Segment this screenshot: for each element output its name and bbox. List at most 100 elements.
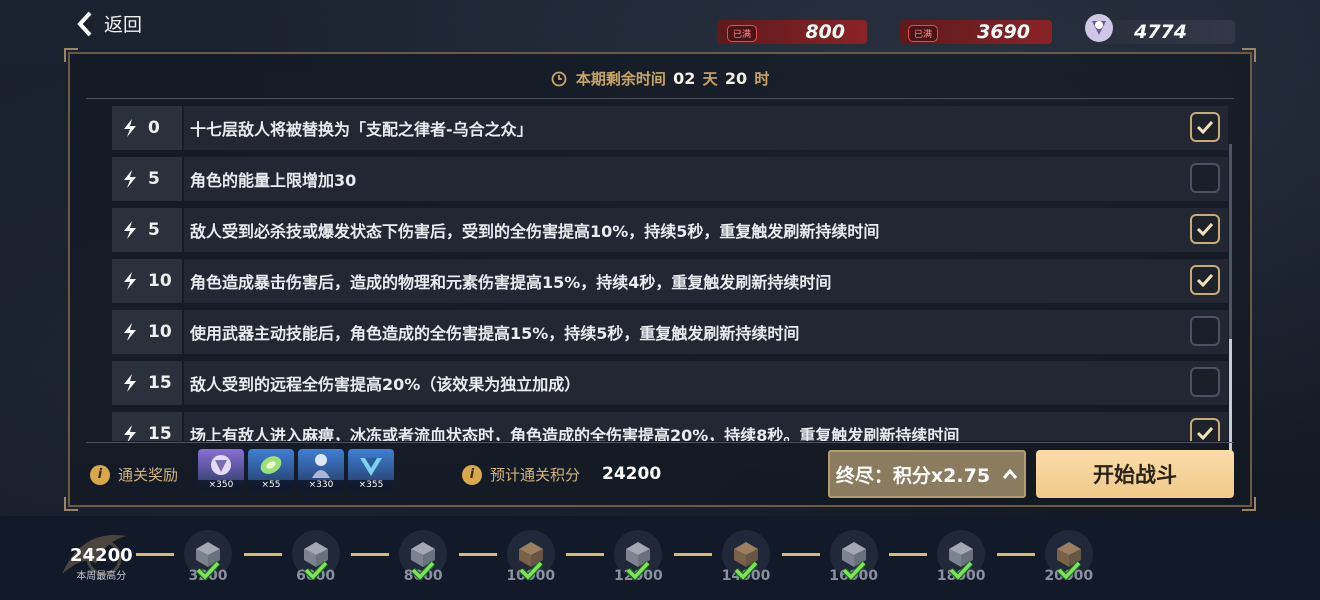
modifier-row[interactable]: 0 十七层敌人将被替换为「支配之律者-乌合之众」 [112, 106, 1228, 150]
cost-value: 10 [148, 271, 172, 291]
track-link [566, 553, 605, 556]
claimed-check-icon [518, 560, 543, 580]
resource-crystal[interactable]: 800 已满 [717, 19, 867, 45]
modifier-text: 使用武器主动技能后，角色造成的全伤害提高15%，持续5秒，重复触发刷新持续时间 [184, 310, 1228, 354]
lightning-icon [124, 272, 136, 290]
clock-icon [551, 71, 567, 87]
checkmark-icon [1196, 120, 1214, 134]
reward-item[interactable]: ×350 [198, 449, 244, 491]
weekly-best: 24200 本周最高分 [70, 545, 133, 582]
milestone-chest[interactable]: 3200 [184, 530, 232, 584]
modifier-cost: 0 [112, 106, 182, 150]
modifier-checkbox[interactable] [1190, 163, 1220, 193]
estimate-label: 预计通关积分 [490, 466, 581, 484]
modifier-checkbox[interactable] [1190, 265, 1220, 295]
difficulty-label: 终尽：积分x2.75 [835, 464, 991, 487]
modifier-list[interactable]: 0 十七层敌人将被替换为「支配之律者-乌合之众」 5 角色的能量上限增加30 5 敌人受到… [112, 106, 1230, 441]
milestone-chest[interactable]: 8000 [399, 530, 448, 584]
lightning-icon [124, 119, 136, 137]
claimed-check-icon [734, 560, 758, 580]
full-badge: 已满 [908, 25, 939, 42]
cost-value: 5 [148, 169, 160, 189]
info-icon[interactable]: i [462, 464, 482, 485]
difficulty-button[interactable]: 终尽：积分x2.75 [828, 450, 1026, 498]
milestone-chest[interactable]: 12000 [614, 530, 663, 584]
scrollbar[interactable] [1229, 144, 1232, 482]
lightning-icon [124, 170, 136, 188]
milestone-chest[interactable]: 16000 [829, 530, 878, 584]
modifier-row[interactable]: 5 角色的能量上限增加30 [112, 157, 1228, 201]
crest-reward-icon [360, 458, 382, 476]
checkmark-icon [1196, 222, 1214, 236]
resource-orange-crystal[interactable]: 3690 已满 [900, 19, 1052, 45]
track-link [351, 553, 390, 556]
panel-corner [1242, 48, 1256, 62]
track-link [136, 553, 174, 556]
cost-value: 5 [148, 220, 160, 240]
checkmark-icon [1196, 273, 1214, 287]
lightning-icon [124, 221, 136, 239]
modifier-row[interactable]: 15 场上有敌人进入麻痹，冰冻或者流血状态时，角色造成的全伤害提高20%，持续8秒… [112, 412, 1228, 441]
modifier-text: 角色造成暴击伤害后，造成的物理和元素伤害提高15%，持续4秒，重复触发刷新持续时… [184, 259, 1228, 303]
milestone-chest[interactable]: 10000 [506, 530, 555, 584]
modifier-text: 十七层敌人将被替换为「支配之律者-乌合之众」 [184, 106, 1228, 150]
modifier-checkbox[interactable] [1190, 112, 1220, 142]
timer-prefix: 本期剩余时间 [575, 70, 666, 88]
modifier-text: 场上有敌人进入麻痹，冰冻或者流血状态时，角色造成的全伤害提高20%，持续8秒。重… [184, 412, 1228, 441]
timer-days: 02 [673, 69, 696, 88]
modifier-checkbox[interactable] [1190, 214, 1220, 244]
milestone-chest[interactable]: 14000 [722, 530, 770, 584]
track-link [781, 553, 820, 556]
cost-value: 15 [148, 424, 172, 441]
modifier-text: 敌人受到必杀技或爆发状态下伤害后，受到的全伤害提高10%，持续5秒，重复触发刷新… [184, 208, 1228, 252]
reward-item[interactable]: ×355 [348, 449, 394, 491]
claimed-check-icon [841, 560, 866, 580]
reward-item[interactable]: ×55 [248, 449, 294, 491]
rewards-label: 通关奖励 [118, 466, 179, 484]
back-button[interactable]: 返回 [76, 10, 142, 37]
cost-value: 15 [148, 373, 172, 393]
lightning-icon [124, 374, 136, 392]
cost-value: 0 [148, 118, 160, 138]
start-battle-button[interactable]: 开始战斗 [1036, 450, 1234, 498]
modifier-row[interactable]: 10 使用武器主动技能后，角色造成的全伤害提高15%，持续5秒，重复触发刷新持续时… [112, 310, 1228, 354]
modifier-row[interactable]: 10 角色造成暴击伤害后，造成的物理和元素伤害提高15%，持续4秒，重复触发刷新持… [112, 259, 1228, 303]
resource-emblem[interactable]: 4774 [1085, 14, 1235, 45]
full-badge: 已满 [727, 25, 758, 42]
divider [86, 442, 1234, 443]
modifier-checkbox[interactable] [1190, 418, 1220, 441]
panel-corner [64, 48, 78, 62]
timer-hours: 20 [724, 69, 748, 88]
modifier-checkbox[interactable] [1190, 316, 1220, 346]
milestone-chest[interactable]: 6000 [291, 530, 340, 584]
modifier-row[interactable]: 15 敌人受到的远程全伤害提高20%（该效果为独立加成） [112, 361, 1228, 405]
claimed-check-icon [949, 560, 974, 580]
lightning-icon [124, 425, 136, 441]
reward-item[interactable]: ×330 [298, 449, 344, 491]
modifier-row[interactable]: 5 敌人受到必杀技或爆发状态下伤害后，受到的全伤害提高10%，持续5秒，重复触发刷… [112, 208, 1228, 252]
modifier-checkbox[interactable] [1190, 367, 1220, 397]
modifier-cost: 15 [112, 361, 182, 405]
claimed-check-icon [303, 560, 328, 580]
modifier-cost: 10 [112, 259, 182, 303]
track-link [996, 553, 1035, 556]
reward-quantity: ×330 [298, 480, 344, 491]
emblem-icon [1085, 14, 1113, 42]
estimate-heading: i 预计通关积分 [462, 464, 580, 485]
cost-value: 10 [148, 322, 172, 342]
chevron-up-icon [1002, 468, 1018, 479]
track-link [458, 553, 497, 556]
checkmark-icon [1196, 426, 1214, 440]
estimate-value: 24200 [602, 464, 662, 484]
reward-quantity: ×350 [198, 480, 244, 491]
milestone-chest[interactable]: 18000 [937, 530, 986, 584]
emblem-reward-icon [211, 455, 231, 475]
milestone-chest[interactable]: 20000 [1044, 530, 1093, 584]
info-icon[interactable]: i [90, 464, 110, 485]
reward-quantity: ×55 [248, 480, 294, 491]
claimed-check-icon [196, 560, 220, 580]
reward-quantity: ×355 [348, 480, 394, 491]
modifier-cost: 10 [112, 310, 182, 354]
figure-reward-icon [312, 454, 330, 478]
back-label: 返回 [104, 14, 143, 36]
